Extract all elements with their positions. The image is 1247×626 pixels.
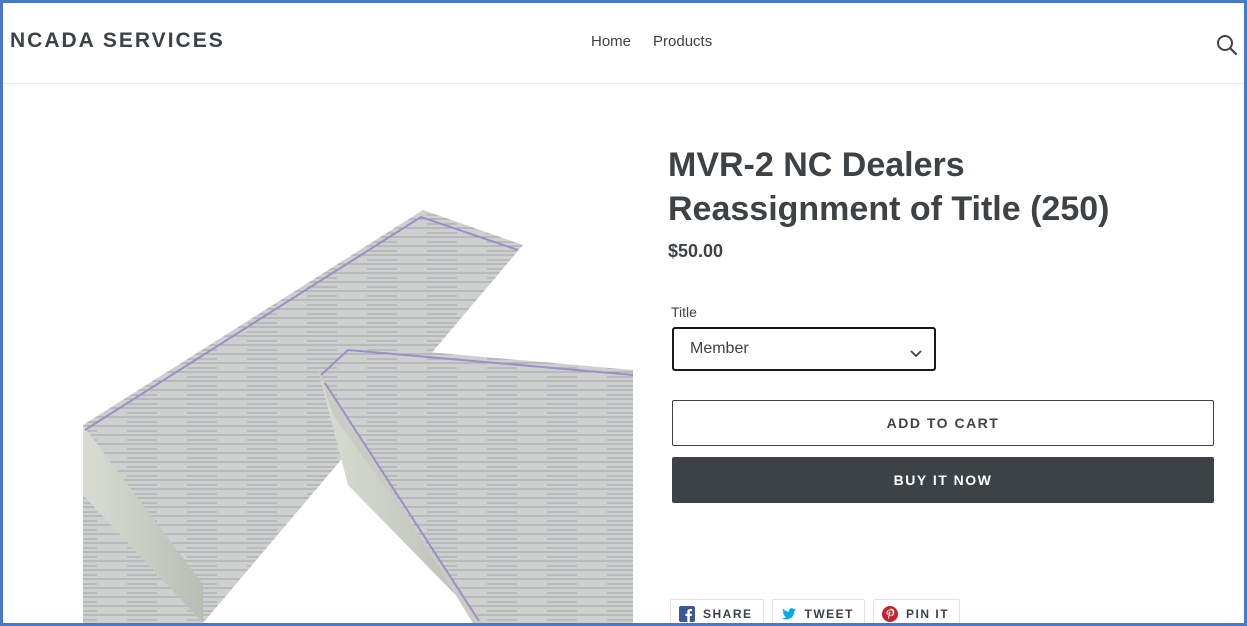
product-price: $50.00 [668,241,724,261]
site-logo[interactable]: NCADA SERVICES [10,29,225,53]
twitter-tweet-button[interactable]: TWEET [771,599,866,623]
main-nav: Home Products [591,33,712,50]
pinterest-pin-button[interactable]: PIN IT [873,599,961,623]
tweet-label: TWEET [804,607,855,621]
facebook-share-button[interactable]: SHARE [670,599,764,623]
buy-it-now-button[interactable]: BUY IT NOW [672,457,1214,503]
option-label: Title [671,304,697,320]
product-title: MVR-2 NC Dealers Reassignment of Title (… [668,146,1110,228]
browser-frame: NCADA SERVICES Home Products MVR-2 NC De… [0,0,1247,626]
search-icon[interactable] [1215,33,1239,57]
share-label: SHARE [703,607,753,621]
facebook-icon [679,606,695,622]
form-stack-front [318,345,633,623]
title-select-value: Member [690,340,749,357]
product-image[interactable] [3,85,633,623]
chevron-down-icon [910,345,922,358]
nav-products-link[interactable]: Products [653,33,712,50]
twitter-icon [781,606,797,622]
title-select[interactable]: Member [672,327,936,371]
pinterest-icon [882,606,899,622]
pin-label: PIN IT [906,607,950,621]
nav-home-link[interactable]: Home [591,33,631,50]
social-share-bar: SHARE TWEET PIN IT [670,599,961,623]
add-to-cart-button[interactable]: ADD TO CART [672,400,1214,446]
site-header: NCADA SERVICES Home Products [3,3,1244,84]
